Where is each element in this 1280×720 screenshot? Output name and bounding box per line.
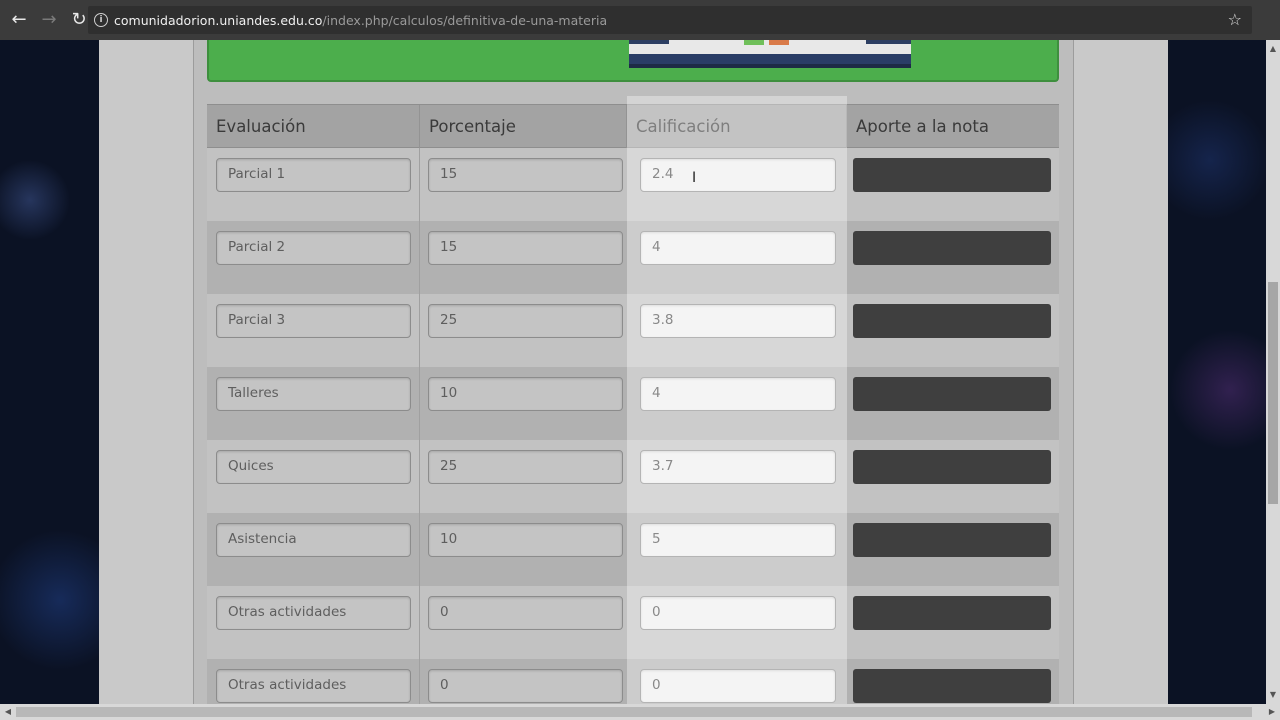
porcentaje-input[interactable]: 10	[428, 523, 623, 557]
url-host: comunidadorion.uniandes.edu.co	[114, 12, 323, 28]
evaluacion-input[interactable]: Talleres	[216, 377, 411, 411]
browser-toolbar: ← → ↻ i comunidadorion.uniandes.edu.co/i…	[0, 0, 1280, 40]
aporte-output	[853, 450, 1051, 484]
evaluacion-input[interactable]: Parcial 3	[216, 304, 411, 338]
header-aporte: Aporte a la nota	[856, 117, 989, 136]
evaluacion-input[interactable]: Otras actividades	[216, 596, 411, 630]
porcentaje-input[interactable]: 0	[428, 669, 623, 703]
address-bar[interactable]: i comunidadorion.uniandes.edu.co/index.p…	[88, 6, 1252, 34]
scroll-down-icon[interactable]: ▼	[1268, 690, 1278, 700]
star-icon[interactable]: ☆	[1228, 10, 1242, 29]
forward-arrow-icon[interactable]: →	[38, 9, 60, 31]
vertical-scrollbar[interactable]: ▲ ▼	[1266, 40, 1280, 704]
evaluacion-input[interactable]: Quices	[216, 450, 411, 484]
text-cursor-icon: I	[692, 170, 697, 186]
evaluacion-input[interactable]: Parcial 1	[216, 158, 411, 192]
url-text[interactable]: comunidadorion.uniandes.edu.co/index.php…	[114, 13, 607, 28]
evaluacion-input[interactable]: Asistencia	[216, 523, 411, 557]
back-arrow-icon[interactable]: ←	[8, 9, 30, 31]
horizontal-scrollbar[interactable]: ◀ ▶	[0, 704, 1280, 720]
porcentaje-input[interactable]: 25	[428, 304, 623, 338]
column-divider	[419, 148, 420, 704]
evaluacion-input[interactable]: Otras actividades	[216, 669, 411, 703]
aporte-output	[853, 523, 1051, 557]
aporte-output	[853, 596, 1051, 630]
horizontal-scroll-thumb[interactable]	[16, 707, 1252, 717]
header-evaluacion: Evaluación	[207, 105, 420, 148]
evaluacion-input[interactable]: Parcial 2	[216, 231, 411, 265]
aporte-output	[853, 669, 1051, 703]
scroll-right-icon[interactable]: ▶	[1267, 707, 1277, 717]
porcentaje-input[interactable]: 25	[428, 450, 623, 484]
aporte-output	[853, 231, 1051, 265]
porcentaje-input[interactable]: 10	[428, 377, 623, 411]
aporte-output	[853, 158, 1051, 192]
scroll-up-icon[interactable]: ▲	[1268, 44, 1278, 54]
screenshot-thumbnail	[629, 40, 911, 68]
aporte-output	[853, 377, 1051, 411]
url-path: /index.php/calculos/definitiva-de-una-ma…	[322, 12, 608, 28]
porcentaje-input[interactable]: 15	[428, 158, 623, 192]
aporte-output	[853, 304, 1051, 338]
porcentaje-input[interactable]: 15	[428, 231, 623, 265]
calificacion-column-highlight	[627, 96, 847, 704]
header-porcentaje: Porcentaje	[420, 105, 627, 148]
vertical-scroll-thumb[interactable]	[1268, 282, 1278, 504]
reload-icon[interactable]: ↻	[68, 9, 90, 31]
scroll-left-icon[interactable]: ◀	[3, 707, 13, 717]
info-icon[interactable]: i	[94, 13, 108, 27]
porcentaje-input[interactable]: 0	[428, 596, 623, 630]
